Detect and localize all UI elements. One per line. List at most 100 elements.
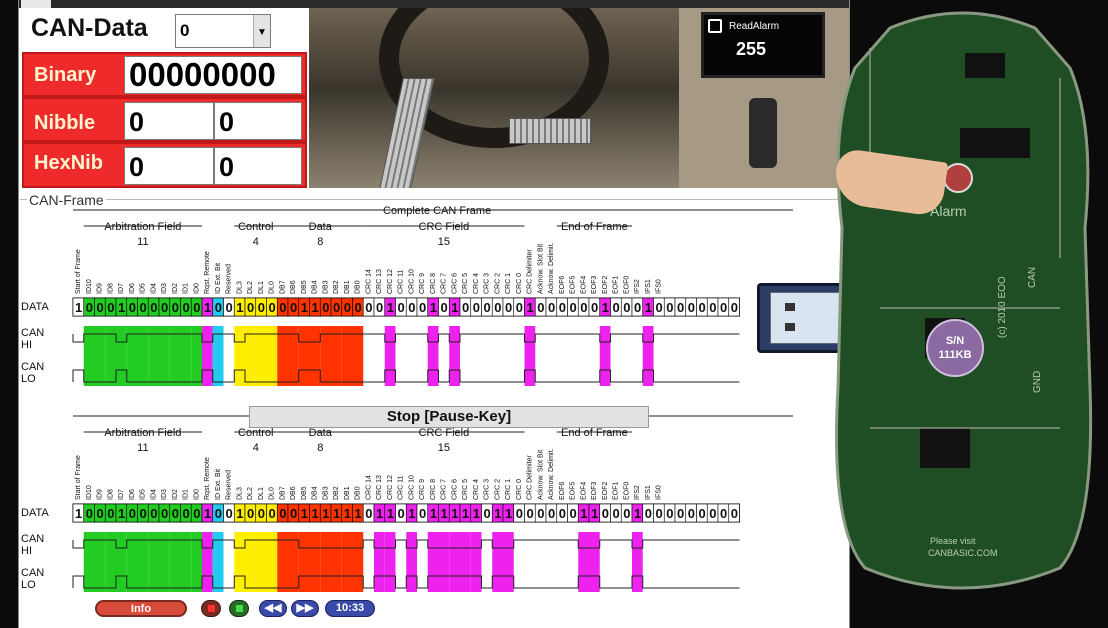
frame1-bit-label: EOF1 xyxy=(613,276,620,294)
frame1-bit-value: 1 xyxy=(645,300,652,315)
frame2-bit-value: 0 xyxy=(537,506,544,521)
frame2-bit-label: IFS2 xyxy=(634,485,641,500)
frame2-bit-label: EOF1 xyxy=(613,482,620,500)
frame2-bit-value: 1 xyxy=(75,506,82,521)
frame2-bit-value: 1 xyxy=(591,506,598,521)
frame2-signal-block xyxy=(578,532,589,592)
stop-button[interactable]: Stop [Pause-Key] xyxy=(249,406,649,428)
frame1-can-lo-label: CAN xyxy=(21,361,44,373)
frame2-bit-value: 0 xyxy=(161,506,168,521)
frame2-bit-label: DB5 xyxy=(301,486,308,500)
frame1-bit-value: 0 xyxy=(580,300,587,315)
frame2-bit-label: DB6 xyxy=(290,486,297,500)
frame1-bit-label: ID10 xyxy=(86,279,93,294)
frame2-bit-label: ID8 xyxy=(107,489,114,500)
frame2-bit-value: 0 xyxy=(602,506,609,521)
frame1-bit-label: ID4 xyxy=(150,283,157,294)
rewind-button[interactable]: ◀◀ xyxy=(259,600,287,617)
frame1-bit-label: ID1 xyxy=(183,283,190,294)
frame1-bit-label: DL1 xyxy=(258,281,265,294)
frame2-bit-label: Acknow. Delimit. xyxy=(548,449,555,500)
frame2-bit-value: 1 xyxy=(634,506,641,521)
frame2-signal-block xyxy=(245,532,256,592)
frame2-signal-block xyxy=(202,532,213,592)
frame1-bit-value: 0 xyxy=(537,300,544,315)
frame1-signal-block xyxy=(267,326,278,386)
frame1-bit-label: EOF3 xyxy=(591,276,598,294)
frame2-bit-label: DB0 xyxy=(355,486,362,500)
frame2-bit-value: 1 xyxy=(462,506,469,521)
frame1-signal-block xyxy=(525,326,536,386)
frame2-can-lo-label: CAN xyxy=(21,567,44,579)
frame2-bit-label: ID9 xyxy=(97,489,104,500)
frame2-bit-value: 1 xyxy=(505,506,512,521)
frame1-bit-value: 0 xyxy=(193,300,200,315)
frame2-bit-label: EOF2 xyxy=(602,482,609,500)
frame1-bit-value: 0 xyxy=(516,300,523,315)
frame1-bit-label: CRC 5 xyxy=(462,273,469,294)
frame1-bit-value: 1 xyxy=(118,300,125,315)
frame2-bit-label: IFS1 xyxy=(645,485,652,500)
frame1-bit-value: 0 xyxy=(290,300,297,315)
frame2-signal-block xyxy=(471,532,482,592)
stop-playback-button[interactable] xyxy=(201,600,221,617)
frame2-bit-value: 0 xyxy=(666,506,673,521)
frame1-signal-block xyxy=(170,326,181,386)
frame2-crc-label: CRC Field xyxy=(419,427,470,439)
frame1-bit-value: 0 xyxy=(494,300,501,315)
frame1-bit-label: ID3 xyxy=(161,283,168,294)
gnd-label: GND xyxy=(1032,371,1043,393)
frame1-bit-value: 1 xyxy=(204,300,211,315)
frame2-signal-block xyxy=(320,532,331,592)
frame2-data-count: 8 xyxy=(317,442,323,454)
frame1-bit-value: 0 xyxy=(333,300,340,315)
time-display: 10:33 xyxy=(325,600,375,617)
frame2-bit-label: EOF6 xyxy=(559,482,566,500)
frame1-signal-block xyxy=(234,326,245,386)
frame2-bit-value: 0 xyxy=(365,506,372,521)
frame1-bit-value: 0 xyxy=(462,300,469,315)
frame1-bit-value: 0 xyxy=(656,300,663,315)
frame1-control-label: Control xyxy=(238,221,273,233)
frame1-bit-value: 0 xyxy=(441,300,448,315)
frame1-can-hi-label: HI xyxy=(21,339,32,351)
frame1-bit-value: 0 xyxy=(322,300,329,315)
frame1-control-count: 4 xyxy=(253,236,259,248)
frame1-bit-label: IFS1 xyxy=(645,279,652,294)
frame1-bit-label: DB5 xyxy=(301,280,308,294)
can-pcb-board: S/N 111KB Alarm (c) 2010 EOO CAN GND Ple… xyxy=(830,8,1095,598)
frame1-bit-label: ID9 xyxy=(97,283,104,294)
frame1-crc-count: 15 xyxy=(438,236,450,248)
frame2-bit-value: 0 xyxy=(731,506,738,521)
frame2-bit-value: 0 xyxy=(677,506,684,521)
usb-pin xyxy=(785,323,795,331)
frame2-bit-label: ID10 xyxy=(86,485,93,500)
frame2-bit-label: Reserved xyxy=(226,470,233,500)
frame1-bit-value: 0 xyxy=(623,300,630,315)
frame1-signal-block xyxy=(331,326,342,386)
frame1-bit-label: Acknow. Delimit. xyxy=(548,243,555,294)
frame1-bit-value: 0 xyxy=(688,300,695,315)
frame1-bit-value: 0 xyxy=(161,300,168,315)
frame1-bit-label: CRC 0 xyxy=(516,273,523,294)
frame2-bit-value: 1 xyxy=(236,506,243,521)
frame2-bit-value: 1 xyxy=(441,506,448,521)
frame2-bit-value: 1 xyxy=(322,506,329,521)
frame1-bit-value: 1 xyxy=(602,300,609,315)
frame1-signal-block xyxy=(127,326,138,386)
frame1-bit-value: 0 xyxy=(150,300,157,315)
frame2-signal-block xyxy=(138,532,149,592)
fast-forward-button[interactable]: ▶▶ xyxy=(291,600,319,617)
frame2-signal-block xyxy=(213,532,224,592)
frame1-signal-block xyxy=(342,326,353,386)
frame2-control-count: 4 xyxy=(253,442,259,454)
frame2-bit-value: 1 xyxy=(451,506,458,521)
info-button[interactable]: Info xyxy=(95,600,187,617)
play-button[interactable] xyxy=(229,600,249,617)
frame2-signal-block xyxy=(342,532,353,592)
frame2-bit-label: ID5 xyxy=(140,489,147,500)
frame1-signal-block xyxy=(138,326,149,386)
frame2-bit-value: 0 xyxy=(247,506,254,521)
frame2-bit-label: EOF4 xyxy=(580,482,587,500)
frame1-bit-value: 1 xyxy=(236,300,243,315)
